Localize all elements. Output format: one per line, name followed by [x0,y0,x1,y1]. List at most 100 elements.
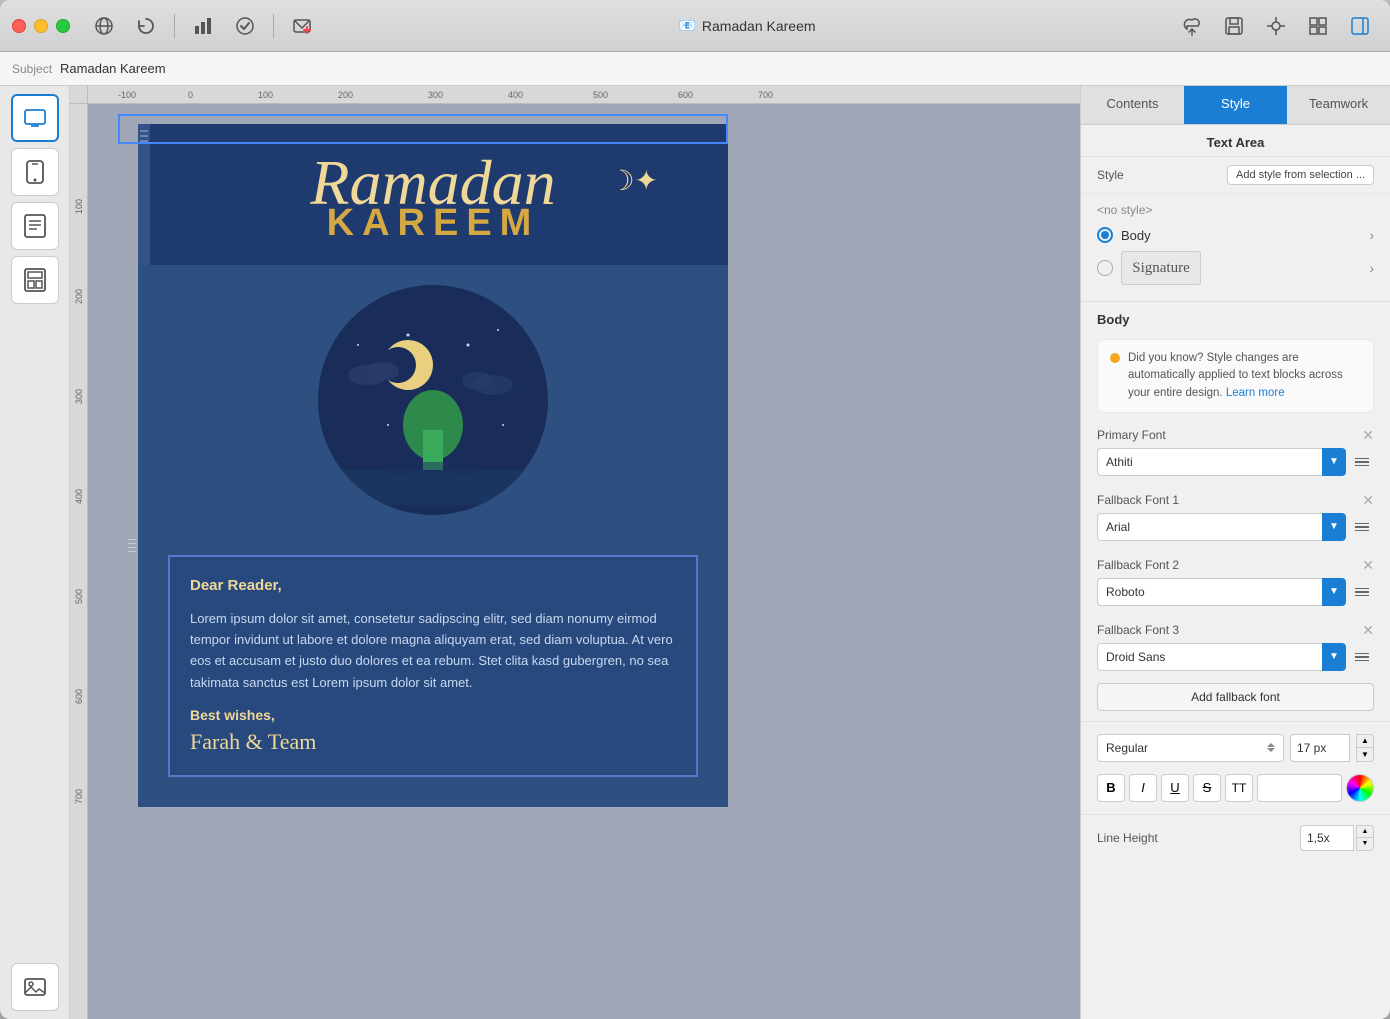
maximize-button[interactable] [56,19,70,33]
signature-preview: Signature [1121,251,1201,285]
color-wheel-icon[interactable] [1346,774,1374,802]
email-header-section: Ramadan KAREEM ☽✦ [138,124,728,265]
line-height-stepper: ▲ ▼ [1356,825,1374,851]
globe-icon[interactable] [86,8,122,44]
grid-layout-icon[interactable] [1300,8,1336,44]
tab-teamwork[interactable]: Teamwork [1287,86,1390,124]
svg-text:300: 300 [74,389,84,404]
style-item-body[interactable]: Body › [1097,223,1374,247]
learn-more-link[interactable]: Learn more [1226,387,1285,399]
style-item-signature[interactable]: Signature › [1097,247,1374,289]
info-box: Did you know? Style changes are automati… [1097,339,1374,413]
template-view-button[interactable] [11,256,59,304]
close-button[interactable] [12,19,26,33]
svg-text:200: 200 [338,90,353,100]
color-swatch[interactable] [1257,774,1342,802]
primary-font-select-row: Athiti ▼ [1097,448,1374,476]
fallback-font-1-input[interactable]: Arial [1097,513,1322,541]
add-style-button[interactable]: Add style from selection ... [1227,165,1374,185]
line-height-up-button[interactable]: ▲ [1356,825,1374,838]
fallback-font-2-label: Fallback Font 2 [1097,558,1179,572]
text-area-header: Text Area [1081,125,1390,157]
check-circle-icon[interactable] [227,8,263,44]
font-size-down-button[interactable]: ▼ [1356,748,1374,762]
fallback-font-3-input[interactable]: Droid Sans [1097,643,1322,671]
style-radio-signature [1097,260,1113,276]
spacer-1 [1081,293,1390,301]
bold-button[interactable]: B [1097,774,1125,802]
primary-font-section: Primary Font ✕ Athiti ▼ [1081,423,1390,488]
email-container[interactable]: Ramadan KAREEM ☽✦ [138,124,728,807]
fallback-font-2-menu-icon[interactable] [1350,578,1374,606]
text-style-select[interactable]: Regular [1097,734,1284,762]
send-icon[interactable] [284,8,320,44]
signature: Farah & Team [190,729,676,755]
fallback-font-3-dropdown-icon[interactable]: ▼ [1322,643,1346,671]
no-style-item: <no style> [1097,200,1374,223]
fallback-font-3-menu-icon[interactable] [1350,643,1374,671]
primary-font-menu-icon[interactable] [1350,448,1374,476]
fallback-font-1-select-row: Arial ▼ [1097,513,1374,541]
fallback-font-1-header: Fallback Font 1 ✕ [1097,492,1374,509]
fallback-font-2-close-icon[interactable]: ✕ [1362,557,1374,574]
image-icon[interactable] [11,963,59,1011]
signature-preview-text: Signature [1132,260,1190,277]
fallback-font-1-dropdown-icon[interactable]: ▼ [1322,513,1346,541]
strikethrough-button[interactable]: S [1193,774,1221,802]
dear-reader: Dear Reader, [190,577,676,594]
svg-text:400: 400 [508,90,523,100]
email-body-inner[interactable]: Dear Reader, Lorem ipsum dolor sit amet,… [168,555,698,778]
tab-contents[interactable]: Contents [1081,86,1184,124]
stats-icon[interactable] [185,8,221,44]
style-chevron-signature: › [1369,260,1374,276]
text-style-value: Regular [1106,741,1267,755]
canvas-scroll-area[interactable]: Ramadan KAREEM ☽✦ [88,104,1080,1019]
subject-label: Subject [12,62,52,76]
email-body-section[interactable]: Dear Reader, Lorem ipsum dolor sit amet,… [138,535,728,808]
desktop-view-button[interactable] [11,94,59,142]
fallback-font-2-input[interactable]: Roboto [1097,578,1322,606]
save-icon[interactable] [1216,8,1252,44]
fallback-font-3-section: Fallback Font 3 ✕ Droid Sans ▼ [1081,618,1390,681]
font-size-up-button[interactable]: ▲ [1356,734,1374,748]
kareem-title: KAREEM [168,202,698,245]
panel-tabs: Contents Style Teamwork [1081,86,1390,125]
svg-text:600: 600 [678,90,693,100]
fallback-font-2-header: Fallback Font 2 ✕ [1097,557,1374,574]
primary-font-close-icon[interactable]: ✕ [1362,427,1374,444]
sidebar-toggle-icon[interactable] [1342,8,1378,44]
underline-button[interactable]: U [1161,774,1189,802]
line-height-input[interactable]: 1,5x [1300,825,1354,851]
svg-text:500: 500 [593,90,608,100]
canvas-area[interactable]: -100 0 100 200 300 400 500 600 700 100 [70,86,1080,1019]
window-title: 📧 Ramadan Kareem [320,17,1174,34]
primary-font-input[interactable]: Athiti [1097,448,1322,476]
add-fallback-button[interactable]: Add fallback font [1097,683,1374,711]
primary-font-dropdown-icon[interactable]: ▼ [1322,448,1346,476]
style-name-body: Body [1121,228,1361,243]
style-radio-body [1097,227,1113,243]
line-height-down-button[interactable]: ▼ [1356,838,1374,851]
tt-button[interactable]: TT [1225,774,1253,802]
cloud-upload-icon[interactable] [1174,8,1210,44]
sidebar-bottom [11,963,59,1011]
italic-button[interactable]: I [1129,774,1157,802]
fallback-font-2-dropdown-icon[interactable]: ▼ [1322,578,1346,606]
tab-style[interactable]: Style [1184,86,1287,124]
svg-text:700: 700 [758,90,773,100]
fallback-font-3-close-icon[interactable]: ✕ [1362,622,1374,639]
titlebar: 📧 Ramadan Kareem [0,0,1390,52]
crosshair-icon[interactable] [1258,8,1294,44]
left-sidebar [0,86,70,1019]
fallback-font-1-close-icon[interactable]: ✕ [1362,492,1374,509]
minimize-button[interactable] [34,19,48,33]
body-section: Body [1081,302,1390,339]
text-view-button[interactable] [11,202,59,250]
font-size-input[interactable]: 17 px [1290,734,1350,762]
format-buttons-row: B I U S TT [1081,770,1390,810]
toolbar-right [1174,8,1378,44]
mobile-view-button[interactable] [11,148,59,196]
refresh-icon[interactable] [128,8,164,44]
fallback-font-1-menu-icon[interactable] [1350,513,1374,541]
fallback-font-2-section: Fallback Font 2 ✕ Roboto ▼ [1081,553,1390,618]
